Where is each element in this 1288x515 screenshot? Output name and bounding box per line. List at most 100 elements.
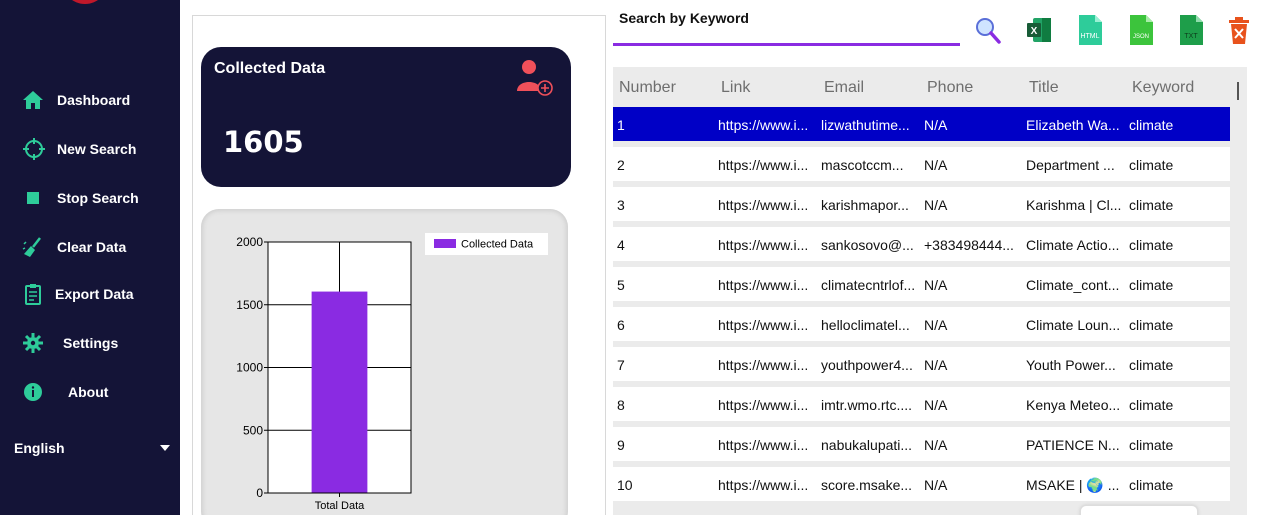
table-cell: https://www.i... <box>718 477 809 493</box>
table-cell: climate <box>1129 437 1174 453</box>
sidebar-item-dashboard[interactable]: Dashboard <box>0 85 180 115</box>
table-header: Number Link Email Phone Title Keyword <box>613 67 1230 107</box>
txt-icon: TXT <box>1180 15 1203 45</box>
table-cell: N/A <box>924 277 948 293</box>
sidebar-item-clear-data[interactable]: Clear Data <box>0 232 180 262</box>
table-row[interactable]: 3 https://www.i... karishmapor... N/A Karish… <box>613 187 1230 221</box>
table-cell: https://www.i... <box>718 357 809 373</box>
table-row[interactable]: 5 https://www.i... climatecntrlof... N/A Cli… <box>613 267 1230 301</box>
table-cell: 5 <box>617 277 625 293</box>
sidebar-item-label: Settings <box>63 335 119 351</box>
broom-icon <box>22 236 44 258</box>
table-cell: N/A <box>924 157 948 173</box>
table-cell: mascotccm... <box>821 157 904 173</box>
search-button[interactable] <box>974 14 1002 46</box>
table-cell: MSAKE | 🌍 ... <box>1026 477 1120 493</box>
txt-icon-label: TXT <box>1184 33 1198 40</box>
table-cell: https://www.i... <box>718 237 809 253</box>
table-row[interactable]: 7 https://www.i... youthpower4... N/A Youth … <box>613 347 1230 381</box>
search-label: Search by Keyword <box>619 10 749 26</box>
sidebar-item-stop-search[interactable]: Stop Search <box>0 183 180 213</box>
scrollbar-thumb[interactable] <box>1237 82 1239 100</box>
bar-chart: 0 500 1000 1500 2000 Total Data Collected Da… <box>236 233 548 512</box>
table-cell: N/A <box>924 197 948 213</box>
table-row[interactable]: 9 https://www.i... nabukalupati... N/A PATIE… <box>613 427 1230 461</box>
table-row[interactable]: 1 https://www.i... lizwathutime... N/A Eliza… <box>613 107 1230 141</box>
table-cell: https://www.i... <box>718 437 809 453</box>
column-header-phone[interactable]: Phone <box>927 79 973 97</box>
sidebar-item-about[interactable]: About <box>0 377 180 407</box>
table-cell: Climate Loun... <box>1026 317 1121 333</box>
table-cell: helloclimatel... <box>821 317 910 333</box>
y-tick-label: 0 <box>256 486 263 500</box>
table-row[interactable]: 2 https://www.i... mascotccm... N/A Departme… <box>613 147 1230 181</box>
stat-value: 1605 <box>223 125 304 159</box>
table-cell: karishmapor... <box>821 197 909 213</box>
export-txt-button[interactable]: TXT <box>1177 14 1205 46</box>
bar <box>311 291 368 493</box>
data-grid: Number Link Email Phone Title Keyword 1 h… <box>613 67 1247 515</box>
sidebar-item-new-search[interactable]: New Search <box>0 134 180 164</box>
html-icon: HTML <box>1079 15 1102 45</box>
table-row[interactable]: 8 https://www.i... imtr.wmo.rtc.... N/A Keny… <box>613 387 1230 421</box>
export-excel-button[interactable]: X <box>1025 14 1053 46</box>
table-cell: 4 <box>617 237 625 253</box>
sidebar-item-label: Stop Search <box>57 190 139 206</box>
table-cell: 7 <box>617 357 625 373</box>
table-cell: Climate_cont... <box>1026 277 1120 293</box>
table-cell: https://www.i... <box>718 397 809 413</box>
column-header-title[interactable]: Title <box>1029 79 1059 97</box>
sidebar-item-export-data[interactable]: Export Data <box>0 279 180 309</box>
table-cell: climate <box>1129 317 1174 333</box>
table-cell: https://www.i... <box>718 277 809 293</box>
delete-button[interactable] <box>1226 14 1254 46</box>
table-cell: 10 <box>617 477 633 493</box>
export-json-button[interactable]: JSON <box>1127 14 1155 46</box>
sidebar-item-label: New Search <box>57 141 137 157</box>
y-tick-label: 2000 <box>236 235 263 249</box>
stat-title: Collected Data <box>214 60 326 77</box>
app-window: Dashboard New Search Stop Search Clear D… <box>0 0 1288 515</box>
table-row[interactable]: 10 https://www.i... score.msake... N/A MSAKE… <box>613 467 1230 501</box>
json-icon-label: JSON <box>1133 34 1149 40</box>
table-cell: 2 <box>617 157 625 173</box>
sidebar-item-label: About <box>68 384 109 400</box>
search-icon <box>976 18 1001 44</box>
table-row[interactable]: 6 https://www.i... helloclimatel... N/A Clim… <box>613 307 1230 341</box>
add-user-icon <box>515 59 555 99</box>
table-cell: https://www.i... <box>718 317 809 333</box>
sidebar-item-label: Clear Data <box>57 239 127 255</box>
language-select[interactable]: English <box>14 437 174 459</box>
y-tick-label: 500 <box>243 423 263 437</box>
chevron-down-icon <box>160 445 170 451</box>
table-cell: https://www.i... <box>718 117 809 133</box>
table-cell: lizwathutime... <box>821 117 910 133</box>
export-html-button[interactable]: HTML <box>1076 14 1104 46</box>
column-header-keyword[interactable]: Keyword <box>1132 79 1194 97</box>
excel-icon: X <box>1027 18 1051 42</box>
table-cell: 8 <box>617 397 625 413</box>
search-input[interactable] <box>613 28 960 44</box>
legend-swatch <box>434 239 456 248</box>
column-header-email[interactable]: Email <box>824 79 864 97</box>
table-cell: Elizabeth Wa... <box>1026 117 1120 133</box>
column-header-number[interactable]: Number <box>619 79 676 97</box>
sidebar-item-label: Export Data <box>55 286 134 302</box>
sidebar-item-settings[interactable]: Settings <box>0 328 180 358</box>
table-cell: score.msake... <box>821 477 913 493</box>
table-cell: climatecntrlof... <box>821 277 915 293</box>
info-icon <box>22 381 44 403</box>
vertical-scrollbar[interactable] <box>1230 67 1247 515</box>
popup-edge <box>1080 505 1198 515</box>
crosshair-icon <box>23 138 45 160</box>
table-cell: Youth Power... <box>1026 357 1116 373</box>
clipboard-icon <box>22 283 44 305</box>
gear-icon <box>22 332 44 354</box>
table-row[interactable]: 4 https://www.i... sankosovo@... +383498444… <box>613 227 1230 261</box>
table-cell: climate <box>1129 397 1174 413</box>
column-header-link[interactable]: Link <box>721 79 750 97</box>
table-cell: sankosovo@... <box>821 237 914 253</box>
table-cell: N/A <box>924 477 948 493</box>
home-icon <box>22 89 44 111</box>
table-cell: climate <box>1129 357 1174 373</box>
